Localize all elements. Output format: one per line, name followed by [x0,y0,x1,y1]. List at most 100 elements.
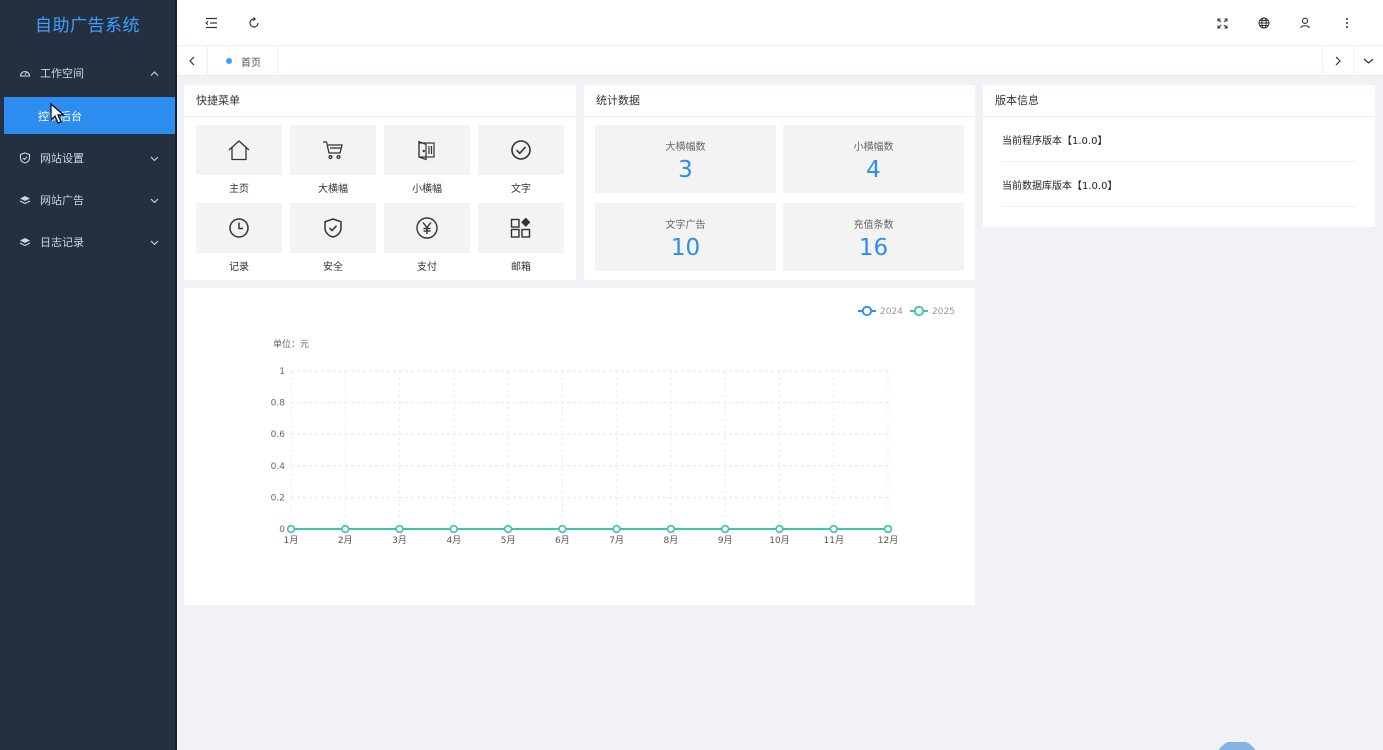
y-tick-label: 1 [279,367,285,377]
quick-menu-label: 邮箱 [511,262,531,273]
apps-icon [510,217,531,238]
quick-menu-mailbox[interactable]: 邮箱 [478,203,564,281]
x-tick-label: 4月 [446,535,461,546]
stat-label: 文字广告 [665,220,706,231]
sidebar-item-label: 网站设置 [40,152,84,165]
quick-menu-security[interactable]: 安全 [290,203,376,281]
program-version: 当前程序版本【1.0.0】 [1002,117,1356,162]
sidebar-item-site-ads[interactable]: 网站广告 [0,179,175,221]
app-logo-title: 自助广告系统 [35,16,140,36]
data-point-2025 [721,524,730,534]
y-tick-label: 0.6 [271,430,286,440]
sidebar-item-label: 日志记录 [40,236,84,249]
top-bar [177,0,1383,46]
quick-menu-title: 快捷菜单 [184,85,576,117]
database-version: 当前数据库版本【1.0.0】 [1002,162,1356,207]
sidebar-item-workspace[interactable]: 工作空间 [0,52,175,94]
x-tick-label: 8月 [664,535,679,546]
stat-value: 4 [866,157,881,183]
tabs-scroll-left-button[interactable] [177,46,207,76]
quick-menu-big-banner[interactable]: 大横幅 [290,125,376,203]
chevron-left-icon [189,56,195,66]
data-point-2025 [286,524,296,534]
language-button[interactable] [1254,13,1274,33]
y-tick-label: 0 [279,525,285,535]
y-tick-label: 0.2 [271,493,285,503]
stat-small-banner-count: 小横幅数 4 [783,125,964,193]
stats-card: 统计数据 大横幅数 3 小横幅数 4 文字广告 10 充值条数 16 [584,85,975,280]
legend-marker-2024 [861,305,873,317]
data-point-2025 [666,524,675,534]
quick-menu-small-banner[interactable]: 小横幅 [384,125,470,203]
stat-label: 充值条数 [853,220,894,231]
door-icon [418,140,435,161]
x-tick-label: 2月 [338,535,353,546]
sidebar-item-label: 工作空间 [40,67,84,80]
tab-home[interactable]: 首页 [207,46,278,76]
mouse-cursor-icon [50,103,66,124]
chevron-right-icon [1335,56,1341,66]
x-tick-label: 11月 [824,535,844,546]
sidebar-subitem-console[interactable]: 控制后台 [4,97,175,134]
data-point-2025 [829,524,838,534]
more-vertical-icon [1346,18,1348,28]
legend-label: 2025 [932,307,955,317]
data-point-2025 [449,524,458,534]
x-tick-label: 7月 [609,535,624,546]
quick-menu-text[interactable]: 文字 [478,125,564,203]
user-button[interactable] [1295,13,1315,33]
check-circle-icon [511,140,531,160]
tabs-bar: 首页 [177,46,1383,76]
menu-fold-icon [205,17,217,29]
globe-icon [1258,17,1270,29]
y-tick-label: 0.4 [271,462,286,472]
sidebar: 自助广告系统 工作空间 控制后台 网站设置 网站广告 日志记录 [0,0,177,750]
quick-menu-label: 文字 [511,184,531,195]
data-point-2025 [341,524,350,534]
stat-label: 大横幅数 [665,142,706,153]
x-tick-label: 5月 [501,535,516,546]
quick-menu-label: 大横幅 [318,184,348,195]
line-chart: 单位：元00.20.40.60.811月 2月 3月 4月 5月 6月 7月 8月 9月 10月 1… [271,305,955,546]
yen-icon [416,217,438,239]
quick-menu-payment[interactable]: 支付 [384,203,470,281]
stat-value: 10 [670,235,701,261]
x-tick-label: 6月 [555,535,570,546]
stat-big-banner-count: 大横幅数 3 [595,125,776,193]
stat-value: 3 [678,157,693,183]
x-tick-label: 9月 [718,535,733,546]
layers-icon [18,193,32,207]
data-point-2025 [775,524,784,534]
fullscreen-button[interactable] [1212,13,1232,33]
quick-menu-label: 支付 [417,262,437,273]
chevron-down-icon [1363,58,1374,64]
data-point-2025 [883,524,893,534]
sidebar-item-site-settings[interactable]: 网站设置 [0,137,175,179]
x-tick-label: 10月 [769,535,789,546]
dashboard-icon [18,66,32,80]
quick-menu-grid: 主页 大横幅 小横幅 文字 记录 安全 支付 邮箱 [196,125,564,281]
quick-menu-label: 安全 [323,262,343,273]
quick-menu-records[interactable]: 记录 [196,203,282,281]
x-tick-label: 12月 [878,535,898,546]
tabs-menu-button[interactable] [1353,46,1383,76]
refresh-button[interactable] [244,13,264,33]
x-tick-label: 1月 [284,535,299,546]
quick-menu-home[interactable]: 主页 [196,125,282,203]
more-button[interactable] [1337,13,1357,33]
chevron-down-icon [149,195,159,205]
home-icon [228,140,250,161]
data-point-2025 [558,524,567,534]
tabs-scroll-right-button[interactable] [1322,46,1352,76]
sidebar-item-logs[interactable]: 日志记录 [0,221,175,263]
layers-icon [18,235,32,249]
quick-menu-card: 快捷菜单 主页 大横幅 小横幅 文字 记录 安全 支付 邮箱 [184,85,576,280]
shield-check-icon [324,218,342,238]
quick-menu-label: 记录 [229,262,249,273]
refresh-icon [249,17,259,28]
active-dot [226,58,232,64]
chart-card: 单位：元 0 0.2 0.4 0.6 0.8 1 1月 2月 3月 4月 5月 6月 7月 8月 9月 10月 1… [184,288,975,605]
tab-home-label: 首页 [241,57,261,69]
cart-icon [323,141,343,160]
menu-fold-button[interactable] [202,13,222,33]
